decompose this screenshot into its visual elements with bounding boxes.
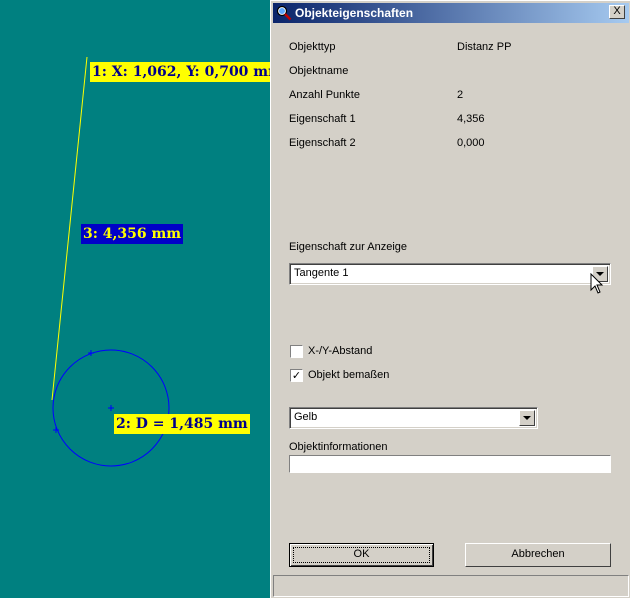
xy-distance-checkbox[interactable] [290,345,303,358]
property-label: Eigenschaft 1 [289,113,356,125]
drawing-svg [51,56,170,467]
property-row: Eigenschaft 1 4,356 [289,113,609,129]
object-properties-dialog: Objekteigenschaften X Objekttyp Distanz … [270,0,630,598]
display-property-value: Tangente 1 [294,267,349,279]
object-info-input[interactable] [289,455,611,473]
diameter-label[interactable]: 2: D = 1,485 mm [114,414,250,434]
dimension-object-checkbox[interactable]: ✓ [290,369,303,382]
property-value: 0,000 [457,137,485,149]
property-row: Objekttyp Distanz PP [289,41,609,57]
dimension-object-label[interactable]: Objekt bemaßen [308,369,389,381]
property-label: Objektname [289,65,349,77]
status-bar [273,575,629,597]
property-value: Distanz PP [457,41,512,53]
property-row: Anzahl Punkte 2 [289,89,609,105]
color-dropdown-button[interactable] [519,410,535,426]
magnifier-icon [276,5,292,21]
color-select[interactable]: Gelb [289,407,538,429]
title-bar[interactable]: Objekteigenschaften X [273,3,629,23]
drawing-canvas[interactable]: 1: X: 1,062, Y: 0,700 mm 3: 4,356 mm 2: … [0,0,285,598]
chevron-down-icon [523,416,531,420]
property-label: Objekttyp [289,41,336,53]
close-button[interactable]: X [609,5,625,19]
cancel-button[interactable]: Abbrechen [465,543,611,567]
xy-distance-label[interactable]: X-/Y-Abstand [308,345,372,357]
object-info-label: Objektinformationen [289,441,388,453]
property-value: 4,356 [457,113,485,125]
display-property-label: Eigenschaft zur Anzeige [289,241,408,253]
mouse-cursor-icon [590,273,604,294]
distance-label[interactable]: 3: 4,356 mm [81,224,184,244]
property-value: 2 [457,89,464,101]
property-label: Anzahl Punkte [289,89,360,101]
ok-label: OK [353,548,370,560]
point1-label[interactable]: 1: X: 1,062, Y: 0,700 mm [90,62,285,82]
display-property-select[interactable]: Tangente 1 [289,263,611,285]
property-row: Objektname [289,65,609,81]
property-row: Eigenschaft 2 0,000 [289,137,609,153]
ok-button[interactable]: OK [289,543,434,567]
dialog-title: Objekteigenschaften [295,6,414,20]
color-value: Gelb [294,411,318,423]
property-label: Eigenschaft 2 [289,137,356,149]
